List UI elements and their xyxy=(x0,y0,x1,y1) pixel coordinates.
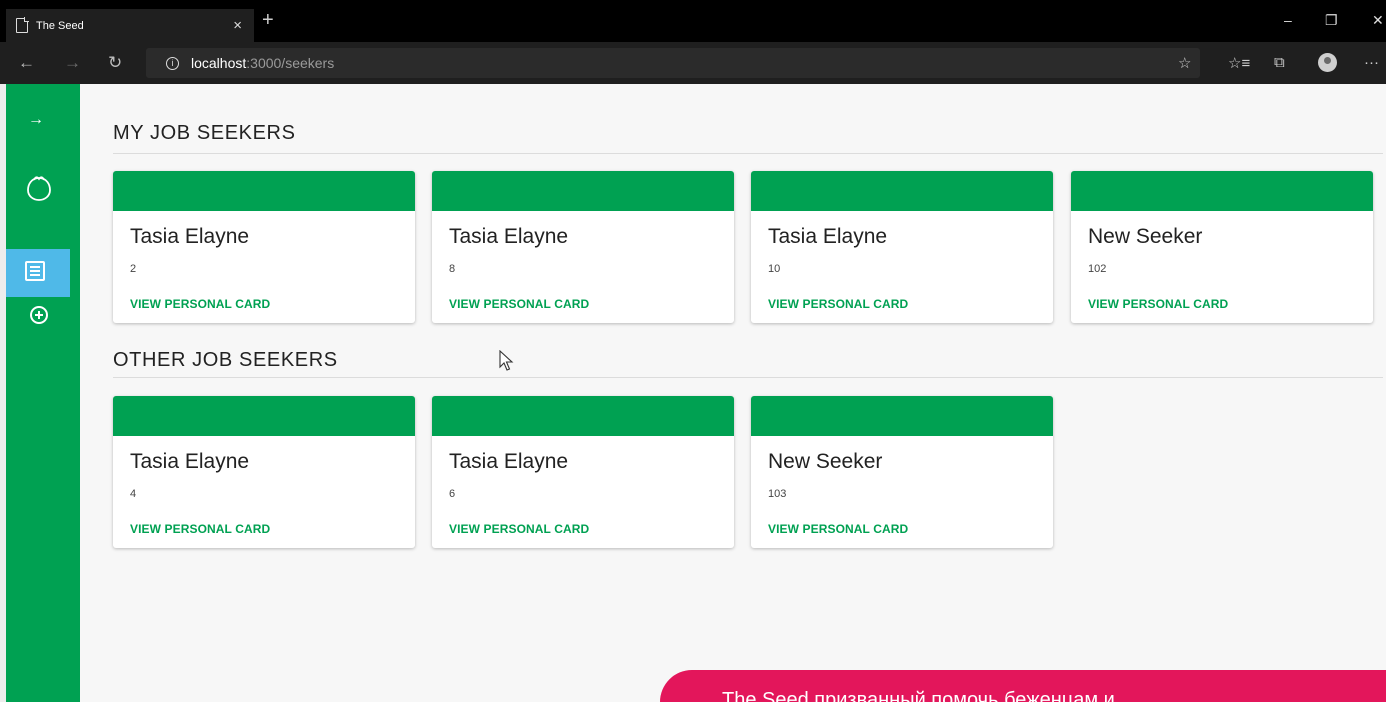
minimize-icon[interactable]: – xyxy=(1284,12,1292,28)
new-tab-icon[interactable]: + xyxy=(262,9,274,32)
view-personal-card-link[interactable]: VIEW PERSONAL CARD xyxy=(449,522,589,536)
seed-logo-icon[interactable] xyxy=(26,174,52,202)
window-close-icon[interactable]: ✕ xyxy=(1372,12,1384,29)
seeker-id: 2 xyxy=(130,263,137,275)
caption-overlay: The Seed призванный помочь беженцам и xyxy=(660,670,1386,702)
seeker-id: 103 xyxy=(768,488,787,500)
seeker-id: 102 xyxy=(1088,263,1107,275)
address-host: localhost xyxy=(191,55,247,71)
seeker-name: Tasia Elayne xyxy=(449,225,569,248)
tab-title: The Seed xyxy=(36,19,84,32)
seeker-name: Tasia Elayne xyxy=(130,225,250,248)
card-header xyxy=(432,396,734,436)
seeker-id: 10 xyxy=(768,263,781,275)
sidebar: → xyxy=(6,84,80,702)
seeker-card: Tasia Elayne 10 VIEW PERSONAL CARD xyxy=(751,171,1053,323)
forward-icon[interactable]: → xyxy=(64,53,81,73)
seeker-name: Tasia Elayne xyxy=(768,225,888,248)
star-icon[interactable]: ☆ xyxy=(1178,54,1191,72)
card-header xyxy=(751,396,1053,436)
browser-tab-bar: The Seed × + – ❐ ✕ xyxy=(0,0,1386,42)
mouse-cursor-icon xyxy=(499,350,514,371)
seeker-id: 6 xyxy=(449,488,456,500)
caption-text: The Seed призванный помочь беженцам и xyxy=(722,689,1115,702)
info-icon[interactable]: i xyxy=(166,56,179,70)
seeker-name: Tasia Elayne xyxy=(449,450,569,473)
address-path: :3000/seekers xyxy=(246,55,335,71)
favorites-icon[interactable]: ☆≡ xyxy=(1228,54,1250,72)
page-icon xyxy=(16,17,29,33)
seeker-card: New Seeker 102 VIEW PERSONAL CARD xyxy=(1071,171,1373,323)
view-personal-card-link[interactable]: VIEW PERSONAL CARD xyxy=(449,297,589,311)
seeker-card: Tasia Elayne 8 VIEW PERSONAL CARD xyxy=(432,171,734,323)
card-header xyxy=(751,171,1053,211)
collections-icon[interactable]: ⧉ xyxy=(1274,54,1285,71)
list-icon xyxy=(25,261,45,281)
seeker-card: Tasia Elayne 6 VIEW PERSONAL CARD xyxy=(432,396,734,548)
seeker-name: New Seeker xyxy=(1088,225,1203,248)
view-personal-card-link[interactable]: VIEW PERSONAL CARD xyxy=(130,522,270,536)
add-seeker-icon[interactable] xyxy=(30,306,48,324)
refresh-icon[interactable]: ↻ xyxy=(108,53,122,73)
seeker-id: 8 xyxy=(449,263,456,275)
more-icon[interactable]: ··· xyxy=(1364,54,1379,71)
divider xyxy=(113,153,1383,154)
seeker-card: Tasia Elayne 4 VIEW PERSONAL CARD xyxy=(113,396,415,548)
seeker-card: Tasia Elayne 2 VIEW PERSONAL CARD xyxy=(113,171,415,323)
address-bar[interactable]: i localhost :3000/seekers xyxy=(146,48,1200,78)
seeker-name: Tasia Elayne xyxy=(130,450,250,473)
section-title-other-seekers: OTHER JOB SEEKERS xyxy=(113,349,338,371)
card-header xyxy=(113,396,415,436)
card-header xyxy=(1071,171,1373,211)
divider xyxy=(113,377,1383,378)
seeker-name: New Seeker xyxy=(768,450,883,473)
card-header xyxy=(113,171,415,211)
tab-close-icon[interactable]: × xyxy=(233,17,242,34)
maximize-icon[interactable]: ❐ xyxy=(1325,12,1338,29)
browser-tab[interactable]: The Seed × xyxy=(6,9,254,42)
card-header xyxy=(432,171,734,211)
view-personal-card-link[interactable]: VIEW PERSONAL CARD xyxy=(130,297,270,311)
seeker-card: New Seeker 103 VIEW PERSONAL CARD xyxy=(751,396,1053,548)
sidebar-item-seekers[interactable] xyxy=(6,249,70,297)
browser-nav-bar: ← → ↻ i localhost :3000/seekers ☆ ☆≡ ⧉ ·… xyxy=(0,42,1386,84)
expand-sidebar-icon[interactable]: → xyxy=(28,111,44,129)
view-personal-card-link[interactable]: VIEW PERSONAL CARD xyxy=(1088,297,1228,311)
view-personal-card-link[interactable]: VIEW PERSONAL CARD xyxy=(768,522,908,536)
profile-avatar-icon[interactable] xyxy=(1318,53,1337,72)
back-icon[interactable]: ← xyxy=(18,53,35,73)
view-personal-card-link[interactable]: VIEW PERSONAL CARD xyxy=(768,297,908,311)
seeker-id: 4 xyxy=(130,488,137,500)
section-title-my-seekers: MY JOB SEEKERS xyxy=(113,122,296,144)
